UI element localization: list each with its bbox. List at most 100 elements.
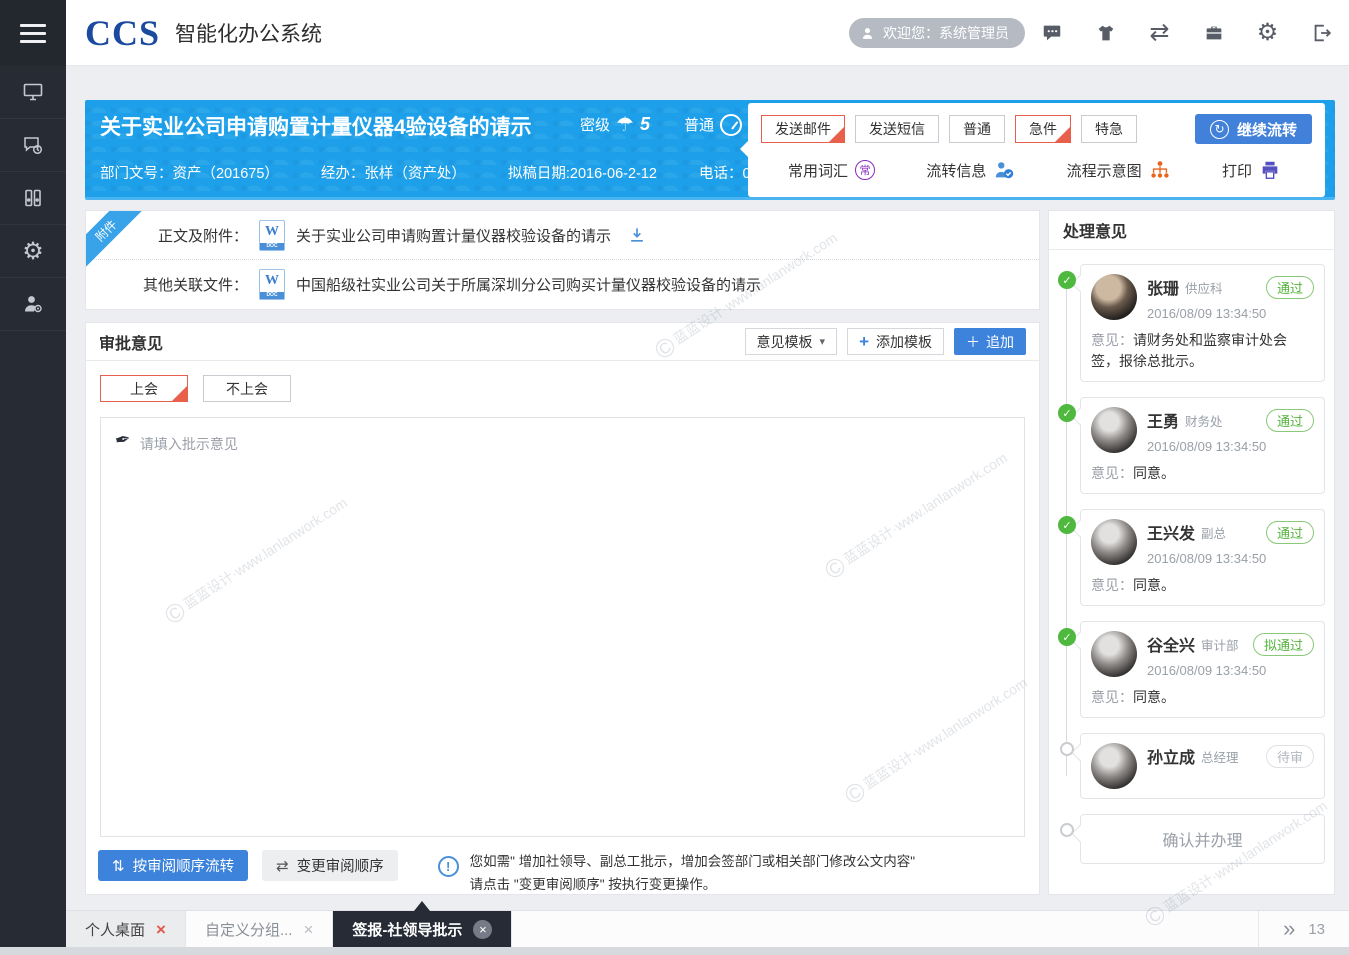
- meeting-yes-button[interactable]: 上会: [100, 375, 188, 402]
- approver-name: 王兴发: [1147, 520, 1195, 544]
- avatar: [1091, 407, 1137, 453]
- tab-label: 自定义分组...: [205, 919, 293, 940]
- tab-custom-group[interactable]: 自定义分组... ×: [186, 911, 333, 947]
- tab-label: 签报-社领导批示: [352, 919, 462, 940]
- settings-icon[interactable]: ⚙: [1256, 22, 1279, 45]
- approval-date: 2016/08/09 13:34:50: [1147, 306, 1314, 321]
- app-window: CCS 智能化办公系统 欢迎您：系统管理员 ⇄ ⚙: [0, 0, 1349, 955]
- send-mail-label: 发送邮件: [775, 119, 831, 139]
- status-badge: 通过: [1266, 276, 1314, 299]
- approver-dept: 总经理: [1201, 747, 1239, 766]
- sidebar-item-tools[interactable]: ⚙: [0, 225, 66, 278]
- print-tool[interactable]: 打印: [1222, 159, 1281, 181]
- flow-by-order-button[interactable]: ⇅ 按审阅顺序流转: [98, 850, 248, 881]
- security-label: 密级: [580, 114, 610, 135]
- status-badge: 通过: [1266, 409, 1314, 432]
- flow-chart-tool[interactable]: 流程示意图: [1067, 159, 1171, 181]
- opinions-timeline: ✓ 张珊 供应科 通过 2016/08/09 13:34:50: [1049, 250, 1334, 864]
- desktop-icon: [21, 80, 45, 104]
- meeting-yes-label: 上会: [130, 379, 158, 399]
- approval-date: 2016/08/09 13:34:50: [1147, 551, 1314, 566]
- add-template-button[interactable]: + 添加模板: [847, 328, 944, 355]
- status-badge: 拟通过: [1253, 633, 1314, 656]
- send-sms-button[interactable]: 发送短信: [855, 115, 939, 143]
- theme-icon[interactable]: [1094, 22, 1117, 45]
- append-button[interactable]: ＋ 追加: [954, 328, 1026, 355]
- approval-comment: 意见：同意。: [1091, 687, 1314, 708]
- priority-urgent-button[interactable]: 急件: [1015, 115, 1071, 143]
- pending-circle-icon: [1060, 742, 1074, 756]
- append-label: 追加: [986, 332, 1014, 352]
- flow-by-order-label: 按审阅顺序流转: [133, 855, 235, 876]
- opinion-card[interactable]: 张珊 供应科 通过 2016/08/09 13:34:50 意见：请财务处和监察…: [1080, 264, 1325, 382]
- meeting-choice-row: 上会 不上会: [100, 375, 1025, 402]
- flow-chart-label: 流程示意图: [1067, 160, 1142, 181]
- sidebar-item-archive[interactable]: [0, 172, 66, 225]
- attachment-row-related: 其他关联文件： W 中国船级社实业公司关于所属深圳分公司购买计量仪器校验设备的请…: [86, 260, 1039, 309]
- sliders-icon: ⇄: [276, 857, 289, 875]
- doc-number: 部门文号：资产（201675）: [100, 162, 279, 183]
- sidebar-item-desktop[interactable]: [0, 66, 66, 119]
- logout-icon[interactable]: [1310, 22, 1333, 45]
- action-panel: 发送邮件 发送短信 普通 急件 特急 ↻ 继续流转: [748, 103, 1325, 197]
- checked-corner-icon: [829, 127, 844, 142]
- common-words-tool[interactable]: 常用词汇 常: [788, 160, 875, 181]
- umbrella-icon: ☂: [616, 112, 634, 137]
- priority-extra-urgent-label: 特急: [1095, 119, 1123, 139]
- priority-normal-button[interactable]: 普通: [949, 115, 1005, 143]
- print-label: 打印: [1222, 160, 1252, 181]
- menu-icon[interactable]: [0, 0, 66, 66]
- continue-flow-button[interactable]: ↻ 继续流转: [1195, 114, 1312, 144]
- org-chart-icon: [1149, 159, 1171, 181]
- change-order-button[interactable]: ⇄ 变更审阅顺序: [262, 850, 398, 881]
- welcome-user-pill[interactable]: 欢迎您：系统管理员: [849, 18, 1025, 48]
- word-doc-icon[interactable]: W: [259, 269, 285, 300]
- opinion-card[interactable]: 谷全兴 审计部 拟通过 2016/08/09 13:34:50 意见：同意。: [1080, 621, 1325, 718]
- download-icon[interactable]: [627, 225, 647, 245]
- printer-icon: [1259, 159, 1281, 181]
- approval-date: 2016/08/09 13:34:50: [1147, 663, 1314, 678]
- word-doc-icon[interactable]: W: [259, 220, 285, 251]
- topbar-icons: ⇄ ⚙: [1040, 0, 1333, 66]
- attachment-file-link[interactable]: 中国船级社实业公司关于所属深圳分公司购买计量仪器校验设备的请示: [296, 274, 761, 295]
- meeting-no-button[interactable]: 不上会: [203, 375, 291, 402]
- close-icon[interactable]: ×: [156, 921, 166, 938]
- bottom-tabbar: 个人桌面 × 自定义分组... × 签报-社领导批示 × » 13: [66, 910, 1349, 947]
- info-icon: !: [438, 856, 459, 877]
- tools-icon: ⚙: [22, 237, 44, 266]
- briefcase-icon[interactable]: [1202, 22, 1225, 45]
- pending-circle-icon: [1060, 823, 1074, 837]
- tab-personal-desktop[interactable]: 个人桌面 ×: [66, 911, 186, 947]
- approval-header: 审批意见 意见模板 ▾ + 添加模板 ＋ 追加: [86, 323, 1039, 361]
- document-meta: 部门文号：资产（201675） 经办：张样（资产处） 拟稿日期:2016-06-…: [100, 162, 842, 183]
- close-icon[interactable]: ×: [303, 921, 313, 938]
- opinion-card[interactable]: 孙立成 总经理 待审: [1080, 733, 1325, 799]
- message-icon[interactable]: [1040, 22, 1063, 45]
- opinion-template-dropdown[interactable]: 意见模板 ▾: [745, 328, 838, 355]
- sidebar-item-user-admin[interactable]: [0, 278, 66, 331]
- meeting-no-label: 不上会: [226, 379, 268, 399]
- final-step-card[interactable]: 确认并办理: [1080, 814, 1325, 864]
- chat-icon: [21, 133, 45, 157]
- attachment-file-link[interactable]: 关于实业公司申请购置计量仪器校验设备的请示: [296, 225, 611, 246]
- check-circle-icon: ✓: [1058, 628, 1076, 646]
- tab-sign-report[interactable]: 签报-社领导批示 ×: [333, 911, 512, 947]
- bottom-strip: [0, 947, 1349, 955]
- opinion-input[interactable]: ✒ 请填入批示意见: [100, 417, 1025, 837]
- flow-info-tool[interactable]: 流转信息: [926, 159, 1015, 181]
- avatar: [1091, 631, 1137, 677]
- opinion-card[interactable]: 王兴发 副总 通过 2016/08/09 13:34:50 意见：同意。: [1080, 509, 1325, 606]
- chevron-double-right-icon[interactable]: »: [1283, 918, 1295, 940]
- opinion-card[interactable]: 王勇 财务处 通过 2016/08/09 13:34:50 意见：同意。: [1080, 397, 1325, 494]
- document-header: 关于实业公司申请购置计量仪器4验设备的请示 密级 ☂ 5 普通 部门文号：资产（…: [85, 100, 1335, 200]
- close-icon[interactable]: ×: [473, 920, 492, 939]
- approval-comment: 意见：请财务处和监察审计处会签，报徐总批示。: [1091, 330, 1314, 372]
- avatar: [1091, 519, 1137, 565]
- sidebar-item-messages[interactable]: [0, 119, 66, 172]
- send-mail-button[interactable]: 发送邮件: [761, 115, 845, 143]
- switch-icon[interactable]: ⇄: [1148, 22, 1171, 45]
- priority-extra-urgent-button[interactable]: 特急: [1081, 115, 1137, 143]
- opinions-title: 处理意见: [1049, 211, 1334, 250]
- quill-icon: ✒: [113, 430, 133, 452]
- common-words-badge-icon: 常: [855, 160, 875, 180]
